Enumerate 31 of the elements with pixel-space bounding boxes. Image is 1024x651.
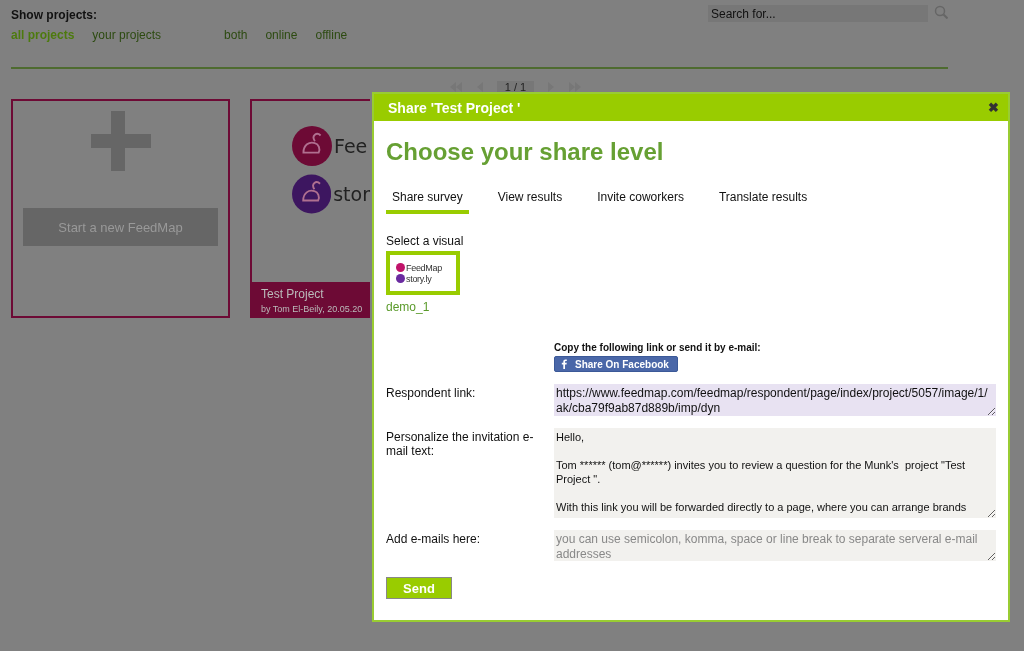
search-icon — [934, 5, 948, 19]
logo-text: stor — [333, 183, 370, 205]
search-field[interactable]: Search for... — [708, 5, 928, 22]
visual-name[interactable]: demo_1 — [386, 300, 996, 314]
dialog-title: Share 'Test Project ' — [388, 99, 521, 116]
facebook-share-button[interactable]: Share On Facebook — [554, 356, 678, 372]
close-button[interactable]: ✖ — [988, 100, 999, 115]
logo-text: Fee — [334, 135, 368, 157]
page-indicator: 1 / 1 — [496, 81, 535, 93]
tab[interactable]: Translate results — [712, 190, 814, 214]
field-label: Add e-mails here: — [386, 531, 482, 548]
project-title: Test Project — [261, 287, 325, 301]
tab[interactable]: Share survey — [386, 190, 469, 214]
facebook-icon — [559, 359, 569, 369]
tab[interactable]: Invite coworkers — [591, 190, 690, 214]
project-byline: by Tom El-Beily, 20.05.20 — [261, 304, 361, 314]
field-label: Respondent link: — [386, 385, 477, 402]
email-input-field[interactable]: you can use semicolon, komma, space or line break to separate serveral e-mail addresses — [554, 530, 996, 561]
plus-icon — [90, 111, 151, 171]
field-label: Personalize the invitation e-mail text: — [386, 429, 535, 460]
section-title: Show projects: — [11, 8, 98, 22]
dialog-heading: Choose your share level — [386, 138, 665, 166]
field-label: Select a visual — [386, 234, 465, 248]
visual-thumbnail[interactable]: FeedMap story.ly — [386, 251, 460, 295]
project-card[interactable]: Fee stor Test Project by Tom El-Beily, 20.05.20 — [250, 99, 370, 318]
tab[interactable]: View results — [491, 190, 569, 214]
instruction-text: Copy the following link or send it by e-mail: — [554, 342, 762, 353]
logo-text: story.ly — [406, 273, 432, 284]
logo-text: FeedMap — [406, 262, 442, 273]
invitation-text-field[interactable]: Hello, Tom ****** (tom@******) invites you to review a question for the Munk's project "Test Project ". With this link you will be forwarded directly to a page, where you can arrange brands — [554, 428, 996, 518]
respondent-link-field[interactable]: https://www.feedmap.com/feedmap/respondent/page/index/project/5057/image/1/ak/cba79f9ab87d889b/imp/dyn — [554, 384, 996, 416]
